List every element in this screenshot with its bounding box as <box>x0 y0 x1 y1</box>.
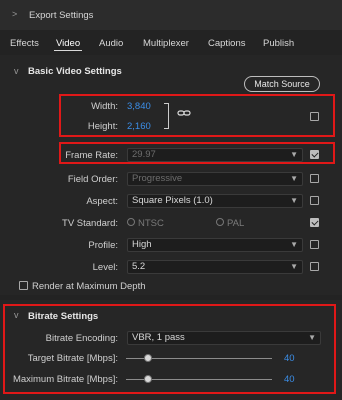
field-order-checkbox[interactable] <box>310 174 319 183</box>
chevron-down-icon: ▼ <box>290 240 298 249</box>
field-order-dropdown[interactable]: Progressive ▼ <box>127 172 303 186</box>
field-order-label: Field Order: <box>67 174 118 185</box>
highlight-bitrate <box>3 304 336 394</box>
ntsc-radio[interactable] <box>127 218 135 226</box>
level-label: Level: <box>92 262 118 273</box>
render-max-depth-checkbox[interactable] <box>19 281 28 290</box>
level-checkbox[interactable] <box>310 262 319 271</box>
pal-label: PAL <box>227 218 245 229</box>
profile-value: High <box>132 239 152 250</box>
tab-effects[interactable]: Effects <box>10 38 39 49</box>
tab-audio[interactable]: Audio <box>99 38 123 49</box>
level-value: 5.2 <box>132 261 146 272</box>
aspect-value: Square Pixels (1.0) <box>132 195 213 206</box>
chevron-down-icon[interactable]: v <box>14 66 19 76</box>
level-dropdown[interactable]: 5.2 ▼ <box>127 260 303 274</box>
tab-captions[interactable]: Captions <box>208 38 246 49</box>
field-order-value: Progressive <box>132 173 183 184</box>
aspect-dropdown[interactable]: Square Pixels (1.0) ▼ <box>127 194 303 208</box>
tab-multiplexer[interactable]: Multiplexer <box>143 38 189 49</box>
highlight-frame-rate <box>59 142 335 164</box>
chevron-right-icon[interactable]: > <box>12 9 17 19</box>
match-source-button[interactable]: Match Source <box>244 76 320 92</box>
pal-radio[interactable] <box>216 218 224 226</box>
aspect-checkbox[interactable] <box>310 196 319 205</box>
aspect-label: Aspect: <box>86 196 118 207</box>
header-title: Export Settings <box>29 10 94 21</box>
chevron-down-icon: ▼ <box>290 174 298 183</box>
basic-video-title: Basic Video Settings <box>28 66 122 77</box>
render-max-depth-label: Render at Maximum Depth <box>32 281 146 292</box>
chevron-down-icon: ▼ <box>290 262 298 271</box>
tab-video[interactable]: Video <box>56 38 80 49</box>
chevron-down-icon: ▼ <box>290 196 298 205</box>
active-tab-indicator <box>54 50 82 51</box>
tv-standard-checkbox[interactable] <box>310 218 319 227</box>
tv-standard-label: TV Standard: <box>62 218 118 229</box>
profile-checkbox[interactable] <box>310 240 319 249</box>
profile-label: Profile: <box>88 240 118 251</box>
ntsc-label: NTSC <box>138 218 164 229</box>
tab-publish[interactable]: Publish <box>263 38 294 49</box>
highlight-dimensions <box>59 94 335 137</box>
profile-dropdown[interactable]: High ▼ <box>127 238 303 252</box>
